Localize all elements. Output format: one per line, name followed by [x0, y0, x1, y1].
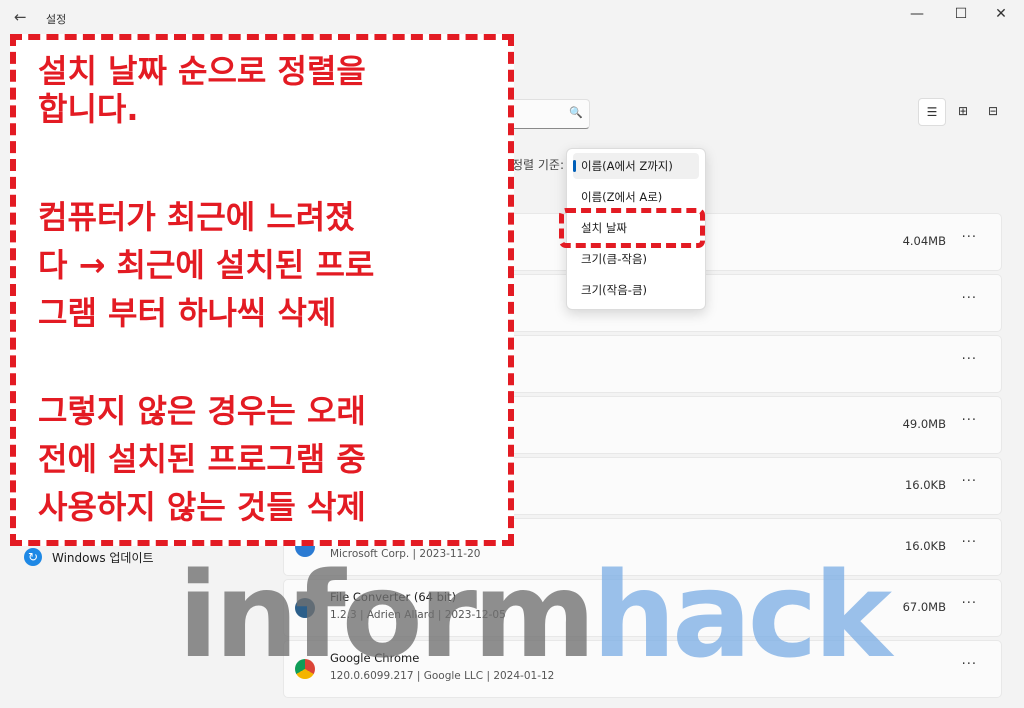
annotation-line: 합니다. [38, 90, 139, 128]
close-icon[interactable]: ✕ [986, 6, 1016, 22]
highlight-box [559, 208, 705, 248]
more-options-icon[interactable]: ··· [962, 657, 977, 672]
title-bar: ← 설정 — ☐ ✕ [0, 0, 1024, 36]
annotation-line: 사용하지 않는 것들 삭제 [38, 488, 366, 526]
annotation-line: 설치 날짜 순으로 정렬을 [38, 52, 366, 90]
annotation-overlay: 설치 날짜 순으로 정렬을 합니다. 컴퓨터가 최근에 느려졌 다 → 최근에 … [10, 34, 514, 546]
annotation-line: 다 → 최근에 설치된 프로 [38, 246, 375, 284]
sidebar-item-label: Windows 업데이트 [52, 550, 154, 565]
list-icon: ☰ [926, 105, 938, 119]
view-toggle-group: ☰ ⊞ ⊟ [918, 98, 1006, 126]
app-size: 4.04MB [902, 234, 946, 248]
watermark-part2: hack [592, 546, 892, 684]
search-icon: 🔍 [569, 106, 583, 119]
sort-option-size-desc[interactable]: 크기(큼-작음) [573, 246, 699, 272]
annotation-line: 그렇지 않은 경우는 오래 [38, 392, 366, 430]
more-options-icon[interactable]: ··· [962, 413, 977, 428]
app-size: 16.0KB [904, 539, 946, 553]
maximize-icon[interactable]: ☐ [946, 6, 976, 22]
more-options-icon[interactable]: ··· [962, 230, 977, 245]
more-options-icon[interactable]: ··· [962, 474, 977, 489]
annotation-line: 전에 설치된 프로그램 중 [38, 440, 366, 478]
more-options-icon[interactable]: ··· [962, 535, 977, 550]
back-arrow-icon[interactable]: ← [14, 8, 27, 26]
app-size: 16.0KB [904, 478, 946, 492]
more-options-icon[interactable]: ··· [962, 291, 977, 306]
list-view-button[interactable]: ☰ [918, 98, 946, 126]
annotation-line: 그램 부터 하나씩 삭제 [38, 294, 337, 332]
more-options-icon[interactable]: ··· [962, 596, 977, 611]
grid-view-button[interactable]: ⊞ [950, 98, 976, 124]
watermark-part1: inform [178, 546, 596, 684]
sidebar-item-windows-update[interactable]: ↻ Windows 업데이트 [24, 548, 154, 566]
minimize-icon[interactable]: — [902, 6, 932, 22]
tile-icon: ⊟ [987, 104, 999, 118]
sort-option-name-desc[interactable]: 이름(Z에서 A로) [573, 184, 699, 210]
sort-label: 정렬 기준: [512, 158, 565, 172]
app-size: 49.0MB [902, 417, 946, 431]
watermark: informhack [178, 556, 892, 674]
grid-icon: ⊞ [957, 104, 969, 118]
window-title: 설정 [46, 13, 67, 26]
windows-update-icon: ↻ [24, 548, 42, 566]
more-options-icon[interactable]: ··· [962, 352, 977, 367]
sort-option-name-asc[interactable]: 이름(A에서 Z까지) [573, 153, 699, 179]
tile-view-button[interactable]: ⊟ [980, 98, 1006, 124]
annotation-line: 컴퓨터가 최근에 느려졌 [38, 198, 355, 236]
sort-option-size-asc[interactable]: 크기(작음-큼) [573, 277, 699, 303]
app-size: 67.0MB [902, 600, 946, 614]
